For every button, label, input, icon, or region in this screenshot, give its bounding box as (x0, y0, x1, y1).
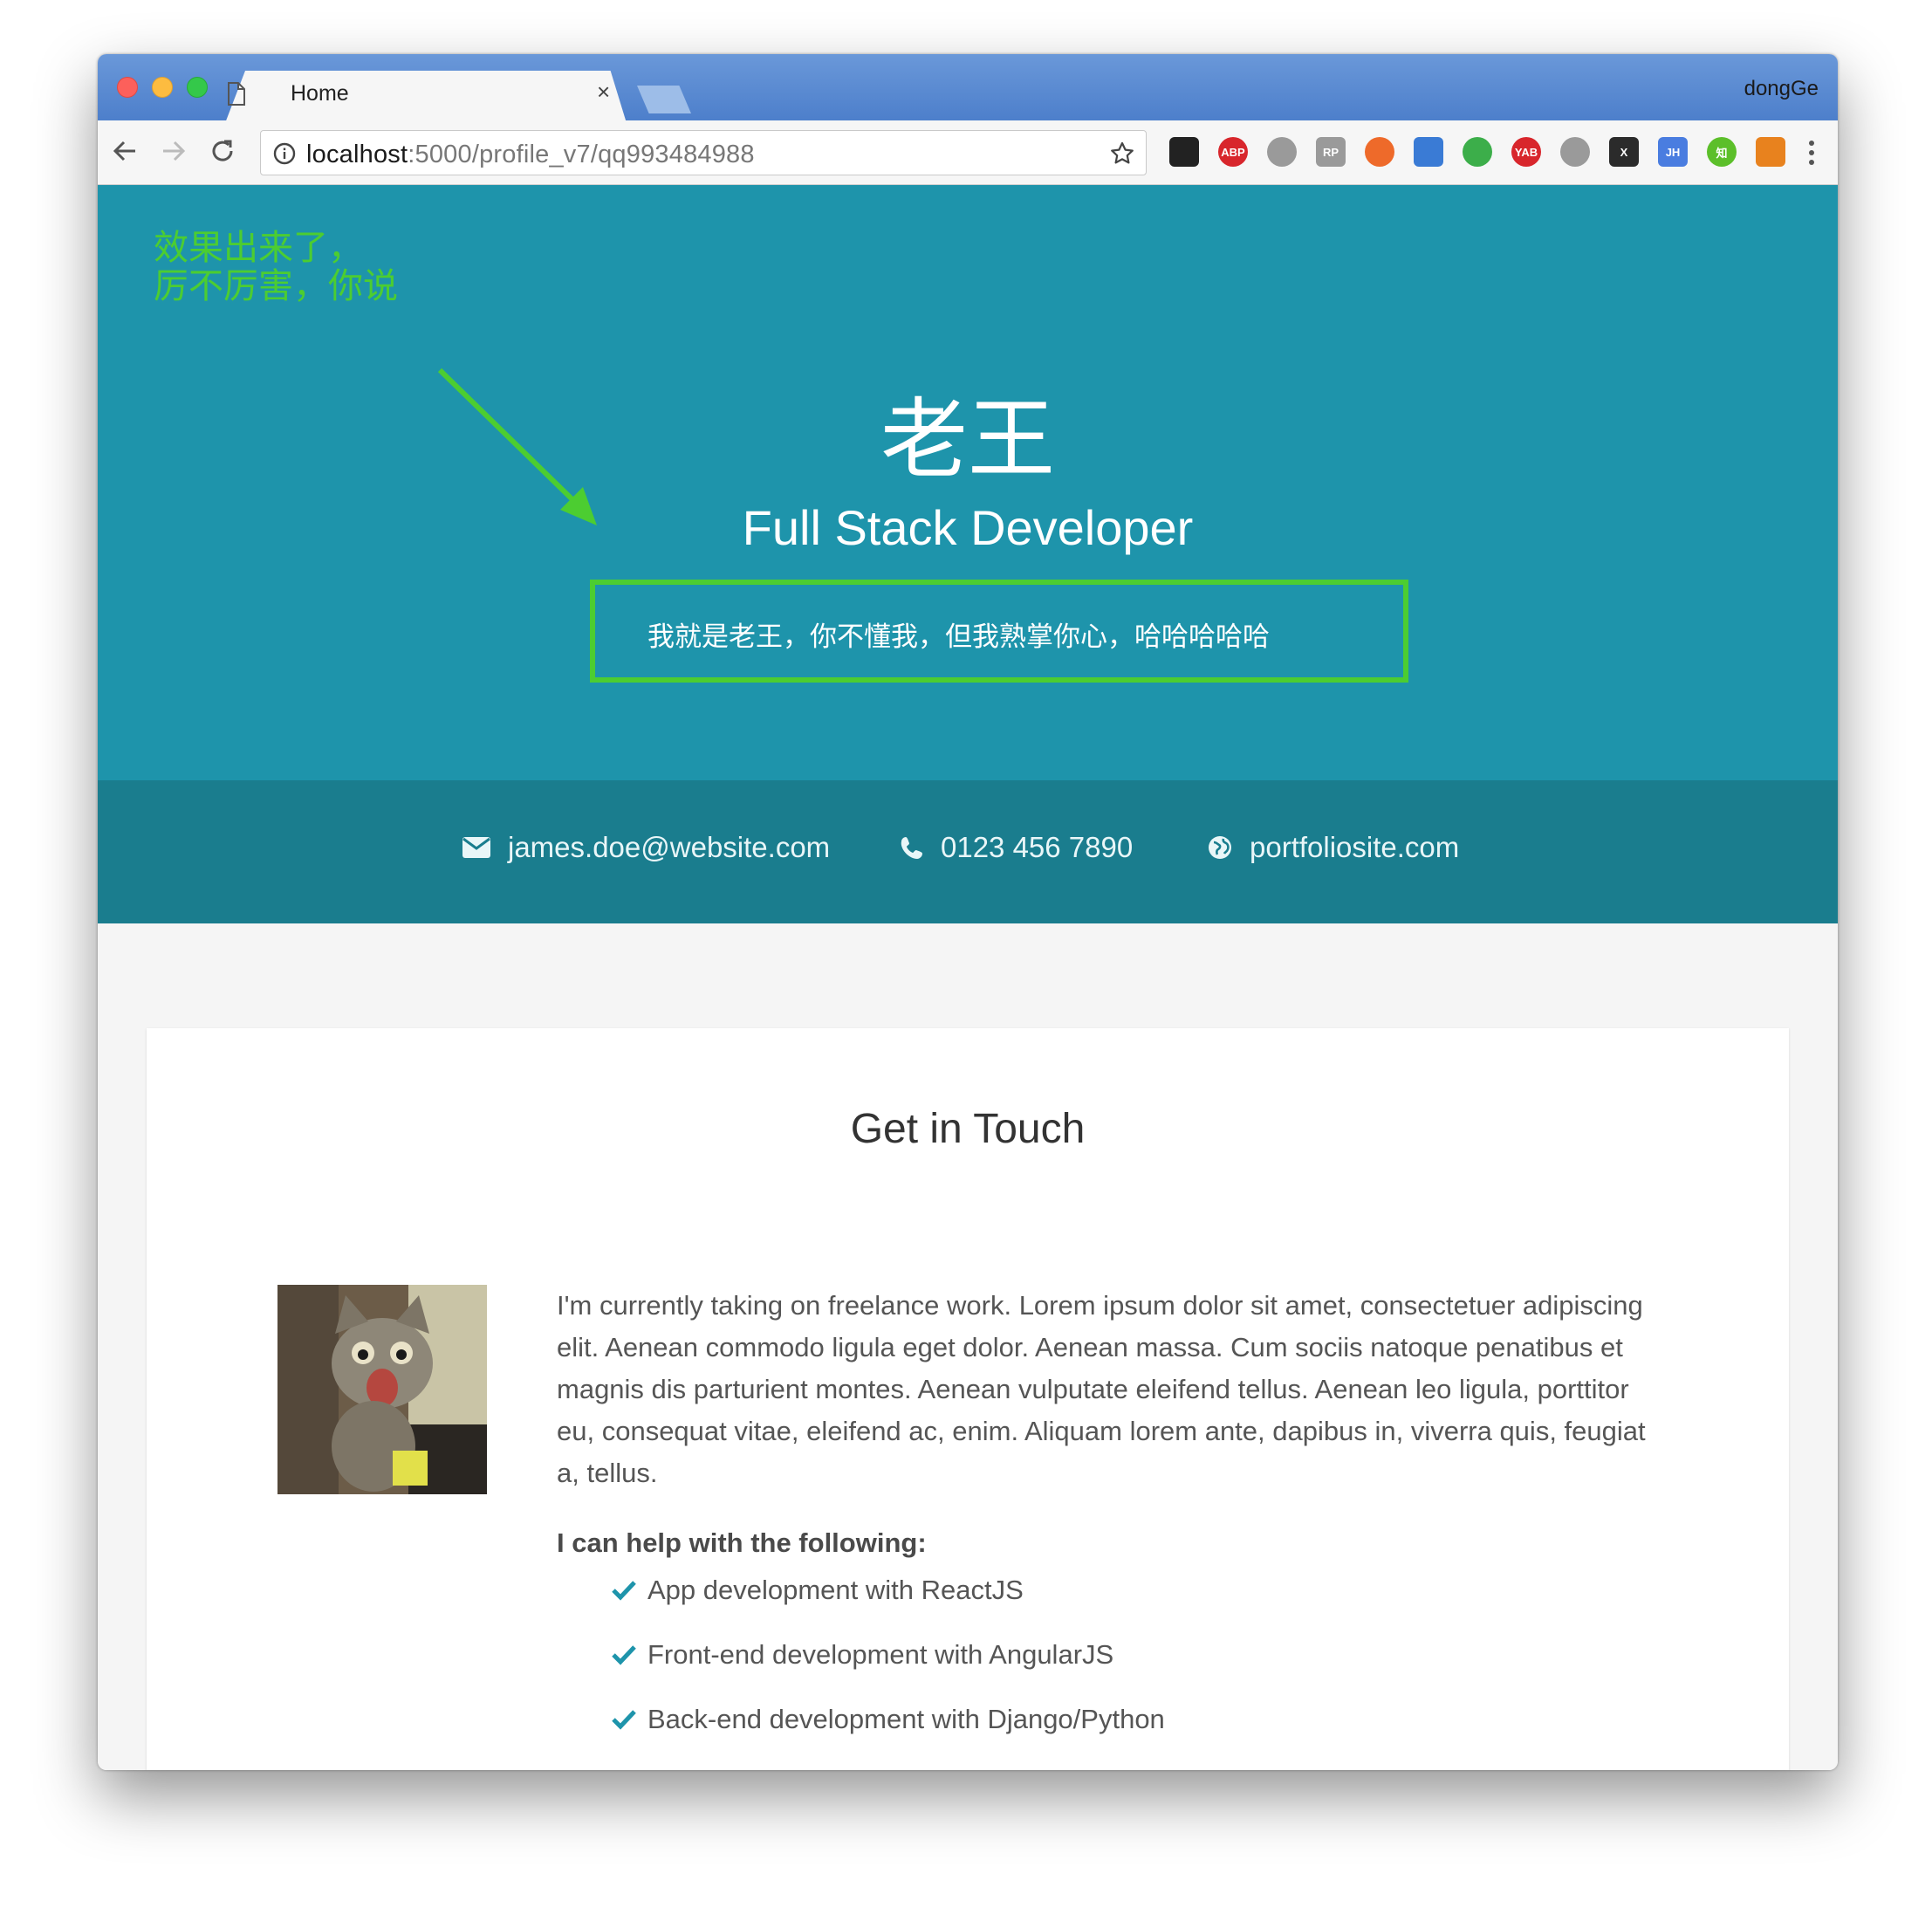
x-ext-extension-icon[interactable]: X (1609, 137, 1639, 167)
website-link[interactable]: portfoliosite.com (1208, 831, 1459, 864)
phone-text: 0123 456 7890 (941, 831, 1134, 863)
envelope-icon (462, 837, 490, 858)
tab-home[interactable] (225, 71, 627, 123)
zoom-window-button[interactable] (187, 77, 208, 98)
close-window-button[interactable] (117, 77, 138, 98)
adblock-plus-extension-icon[interactable]: ABP (1218, 137, 1248, 167)
url-host: localhost (306, 141, 408, 168)
new-tab-button[interactable] (637, 86, 691, 113)
hero-section: 效果出来了， 厉不厉害，你说 老王 Full Stack Developer 我… (98, 185, 1838, 780)
shield-extension-icon[interactable] (1463, 137, 1492, 167)
profile-name[interactable]: dongGe (1744, 77, 1819, 101)
title-bar: Home × dongGe (98, 54, 1838, 123)
zhi-extension-icon[interactable]: 知 (1707, 137, 1737, 167)
page-icon (228, 82, 245, 106)
list-item: Front-end development with AngularJS (611, 1639, 1165, 1704)
section-title: Get in Touch (850, 1106, 1086, 1152)
browser-menu-icon[interactable] (1808, 140, 1815, 166)
phone-icon (901, 837, 922, 859)
qr-code-extension-icon[interactable] (1169, 137, 1199, 167)
lifebuoy-extension-icon[interactable] (1365, 137, 1394, 167)
tab-close-icon[interactable]: × (597, 79, 610, 106)
reload-button[interactable] (208, 136, 237, 166)
avatar (277, 1285, 487, 1494)
email-link[interactable]: james.doe@website.com (462, 831, 830, 864)
intro-highlight-box: 我就是老王，你不懂我，但我熟掌你心，哈哈哈哈哈 (590, 580, 1408, 683)
forward-button[interactable] (159, 136, 188, 166)
browser-toolbar: localhost:5000/profile_v7/qq993484988 AB… (98, 120, 1838, 185)
fox-extension-icon[interactable] (1756, 137, 1785, 167)
phone-link[interactable]: 0123 456 7890 (901, 831, 1133, 864)
list-item: Back-end development with Django/Python (611, 1704, 1165, 1768)
jh-extension-icon[interactable]: JH (1658, 137, 1688, 167)
about-text: I'm currently taking on freelance work. … (557, 1290, 1646, 1488)
check-icon (612, 1581, 636, 1601)
list-item: App development with ReactJS (611, 1575, 1165, 1639)
intro-text: 我就是老王，你不懂我，但我熟掌你心，哈哈哈哈哈 (647, 621, 1270, 652)
contact-bar: james.doe@website.com 0123 456 7890 port… (98, 780, 1838, 923)
skill-text: App development with ReactJS (647, 1575, 1024, 1605)
skills-list: App development with ReactJS Front-end d… (611, 1575, 1165, 1768)
profile-name-heading: 老王 (880, 391, 1055, 489)
rp-extension-icon[interactable]: RP (1316, 137, 1346, 167)
back-button[interactable] (110, 136, 140, 166)
reload-icon (212, 140, 233, 161)
yab-extension-icon[interactable]: YAB (1511, 137, 1541, 167)
globe-extension-icon[interactable] (1267, 137, 1297, 167)
url-path: :5000/profile_v7/qq993484988 (408, 141, 755, 168)
minimize-window-button[interactable] (152, 77, 173, 98)
profile-role: Full Stack Developer (742, 500, 1194, 555)
check-icon (612, 1645, 636, 1665)
url-text[interactable]: localhost:5000/profile_v7/qq993484988 (306, 141, 755, 169)
back-arrow-icon (113, 141, 135, 161)
skill-text: Back-end development with Django/Python (647, 1704, 1165, 1734)
website-text: portfoliosite.com (1250, 831, 1460, 863)
info-icon[interactable] (273, 142, 296, 165)
forward-arrow-icon (163, 141, 186, 161)
email-text: james.doe@website.com (508, 831, 831, 863)
sphere-extension-icon[interactable] (1560, 137, 1590, 167)
wheel-extension-icon[interactable] (1414, 137, 1443, 167)
globe-icon (1209, 836, 1231, 859)
check-icon (612, 1710, 636, 1730)
browser-window: Home × dongGe localhost:5000/profile_v7/… (98, 54, 1838, 1770)
bookmark-star-icon[interactable] (1109, 141, 1135, 167)
address-bar[interactable]: localhost:5000/profile_v7/qq993484988 (260, 130, 1147, 175)
page-content: 效果出来了， 厉不厉害，你说 老王 Full Stack Developer 我… (98, 185, 1838, 1770)
skill-text: Front-end development with AngularJS (647, 1639, 1114, 1670)
help-heading: I can help with the following: (557, 1527, 927, 1558)
contact-card: Get in Touch I'm currently taking on fre… (147, 1028, 1789, 1770)
cat-photo-icon (277, 1285, 487, 1494)
tab-title: Home (291, 81, 349, 106)
